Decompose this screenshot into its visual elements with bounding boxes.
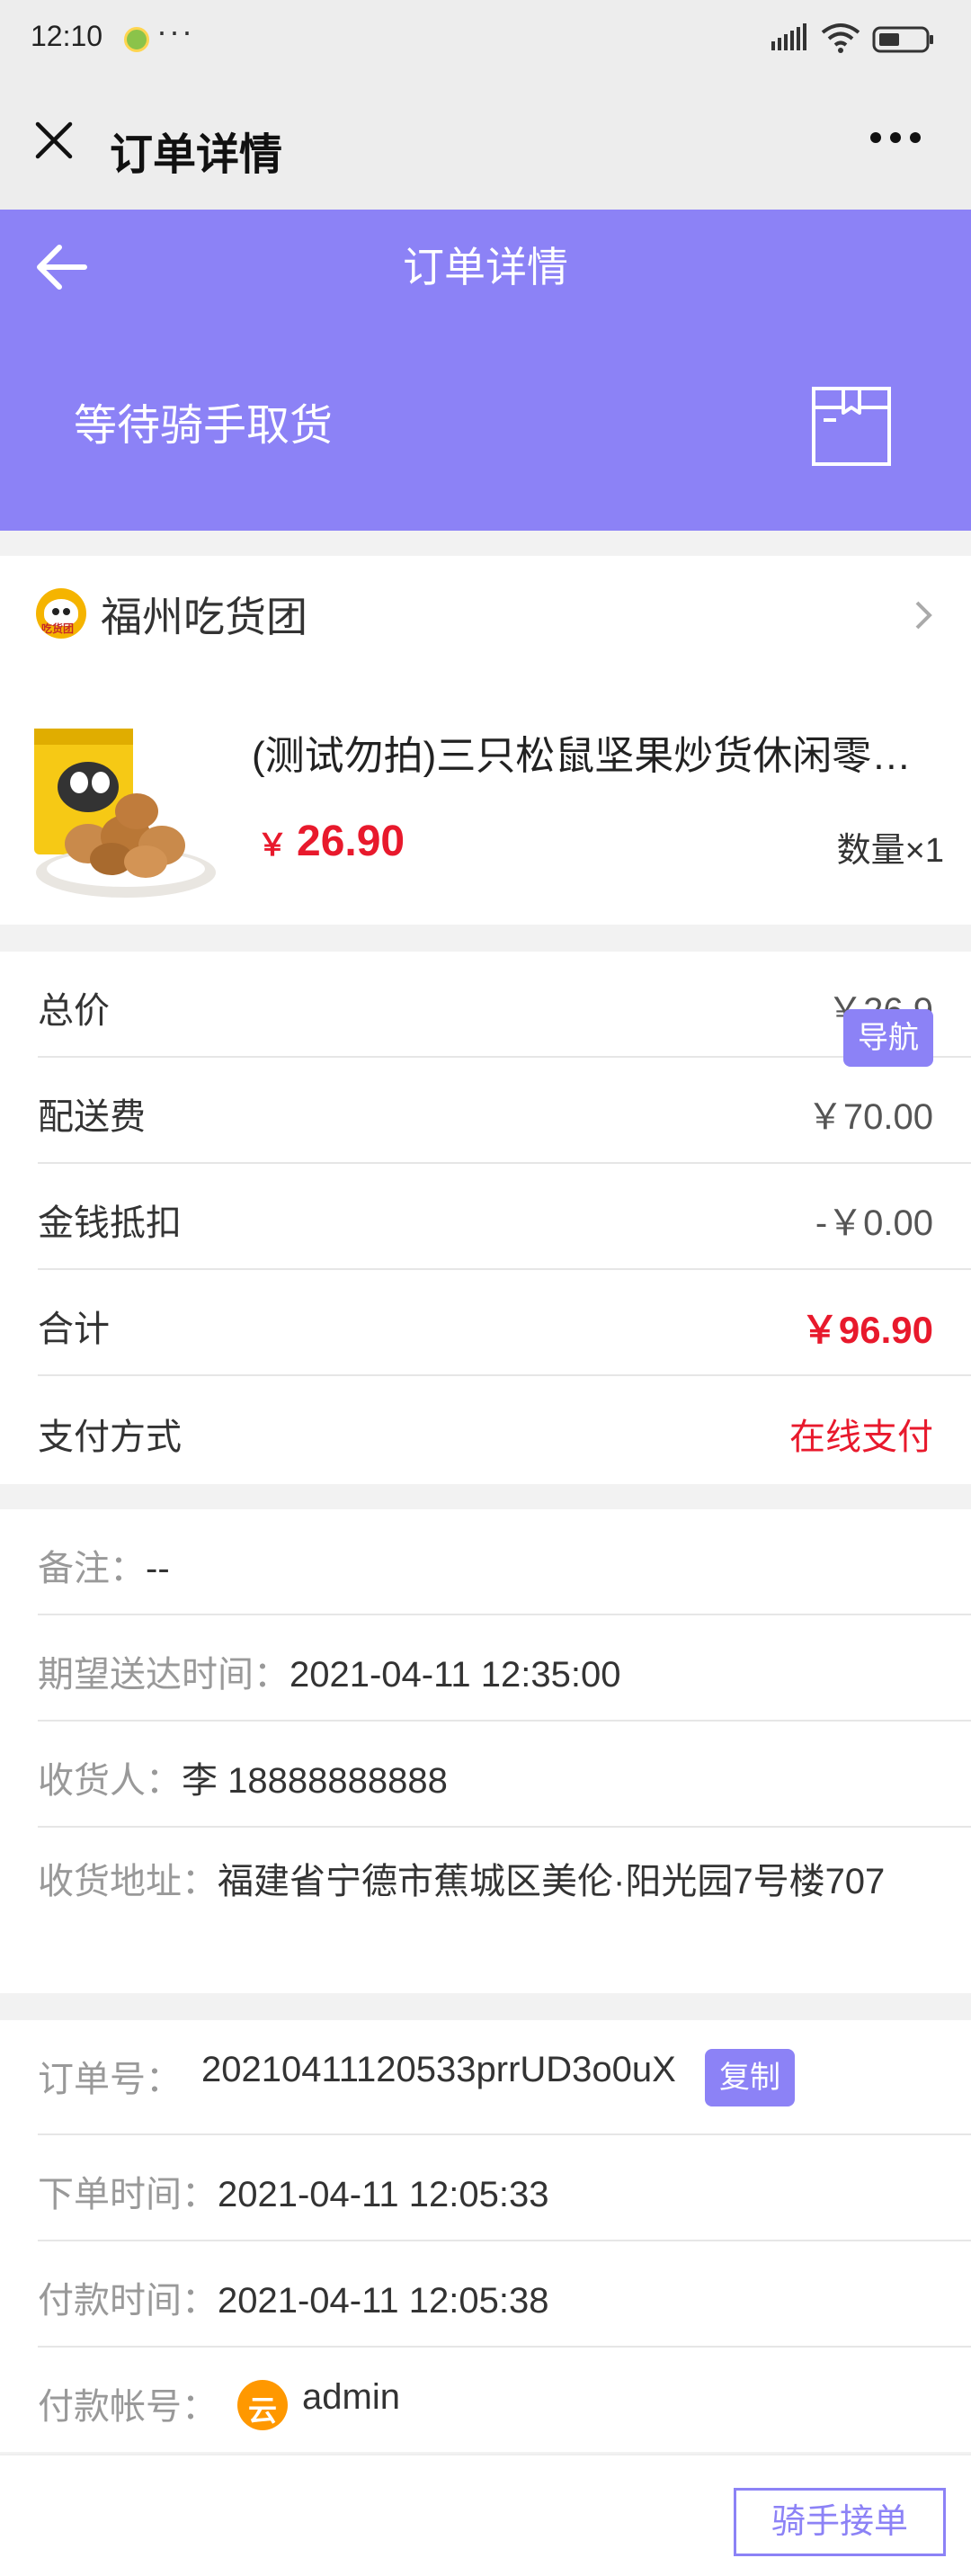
shop-logo: 吃货团 xyxy=(36,588,86,639)
remark-value: -- xyxy=(146,1549,170,1588)
delivery-fee-row: 配送费 ￥70.00 xyxy=(0,1058,971,1164)
order-time-label: 下单时间： xyxy=(38,2175,218,2214)
address-label: 收货地址： xyxy=(38,1862,218,1901)
pay-account-value: admin xyxy=(302,2377,400,2417)
total-price-row: 总价 ￥26.9 xyxy=(0,952,971,1058)
expected-time-row: 期望送达时间：2021-04-11 12:35:00 xyxy=(0,1615,971,1722)
order-info-card: 订单号： 20210411120533prrUD3o0uX 复制 下单时间：20… xyxy=(0,2020,971,2452)
delivery-fee-value: ￥70.00 xyxy=(806,1097,933,1137)
sum-label: 合计 xyxy=(38,1310,110,1349)
pay-time-row: 付款时间：2021-04-11 12:05:38 xyxy=(0,2241,971,2348)
pay-account-label: 付款帐号： xyxy=(38,2387,218,2427)
bottom-action-bar: 骑手接单 xyxy=(0,2454,971,2576)
package-box-icon xyxy=(812,387,891,466)
shop-logo-text: 吃货团 xyxy=(41,622,75,635)
navigate-button[interactable]: 导航 xyxy=(843,1009,933,1067)
app-notification-icon xyxy=(124,27,149,52)
payment-method-label: 支付方式 xyxy=(38,1418,182,1457)
receiver-row: 收货人：李 18888888888 xyxy=(0,1722,971,1828)
payment-method-value: 在线支付 xyxy=(789,1418,933,1457)
discount-row: 金钱抵扣 -￥0.00 xyxy=(0,1164,971,1270)
wifi-icon xyxy=(821,23,860,53)
page-title: 订单详情 xyxy=(110,131,283,179)
address-row: 收货地址：福建省宁德市蕉城区美伦·阳光园7号楼707 xyxy=(0,1828,971,1993)
discount-label: 金钱抵扣 xyxy=(38,1203,182,1243)
order-time-value: 2021-04-11 12:05:33 xyxy=(218,2175,549,2214)
shop-product-card: 吃货团 福州吃货团 (测试勿拍)三只松鼠坚果炒货休闲零食碧根果 ￥ 26.90 数… xyxy=(0,556,971,925)
remark-row: 备注：-- xyxy=(0,1509,971,1615)
product-name[interactable]: (测试勿拍)三只松鼠坚果炒货休闲零食碧根果 xyxy=(252,723,944,781)
order-number-label: 订单号： xyxy=(38,2060,182,2099)
pay-time-value: 2021-04-11 12:05:38 xyxy=(218,2281,549,2321)
status-bar: 12:10 ··· xyxy=(0,0,971,79)
price-amount: 26.90 xyxy=(297,818,405,865)
sum-row: 合计 ￥96.90 xyxy=(0,1270,971,1376)
expected-time-value: 2021-04-11 12:35:00 xyxy=(290,1655,621,1695)
more-notifications-icon: ··· xyxy=(156,13,194,49)
signal-icon xyxy=(771,23,806,50)
top-navigation-bar: 订单详情 xyxy=(0,79,971,210)
order-number-value: 20210411120533prrUD3o0uX xyxy=(201,2050,676,2089)
copy-button[interactable]: 复制 xyxy=(705,2049,795,2106)
product-image xyxy=(34,729,216,898)
price-summary-card: 总价 ￥26.9 配送费 ￥70.00 金钱抵扣 -￥0.00 合计 ￥96.9… xyxy=(0,952,971,1484)
pay-account-row: 付款帐号： 云 admin xyxy=(0,2348,971,2452)
order-status-text: 等待骑手取货 xyxy=(74,402,334,450)
payment-method-row: 支付方式 在线支付 xyxy=(0,1378,971,1484)
sum-value: ￥96.90 xyxy=(800,1309,933,1351)
price-currency: ￥ xyxy=(257,828,288,863)
remark-label: 备注： xyxy=(38,1549,146,1588)
product-price: ￥ 26.90 xyxy=(257,817,405,866)
receiver-label: 收货人： xyxy=(38,1761,182,1801)
delivery-fee-label: 配送费 xyxy=(38,1097,146,1137)
rider-accept-button[interactable]: 骑手接单 xyxy=(734,2488,946,2556)
discount-value: -￥0.00 xyxy=(815,1203,933,1243)
receiver-value: 李 18888888888 xyxy=(182,1761,448,1801)
expected-time-label: 期望送达时间： xyxy=(38,1655,290,1695)
payment-account-icon: 云 xyxy=(237,2380,288,2430)
delivery-info-card: 备注：-- 期望送达时间：2021-04-11 12:35:00 收货人：李 1… xyxy=(0,1509,971,1993)
total-price-label: 总价 xyxy=(38,991,110,1031)
payment-account-icon-text: 云 xyxy=(247,2394,277,2427)
pay-time-label: 付款时间： xyxy=(38,2281,218,2321)
battery-icon xyxy=(872,26,933,53)
more-options-icon[interactable] xyxy=(869,124,922,151)
order-number-row: 订单号： 20210411120533prrUD3o0uX 复制 xyxy=(0,2020,971,2135)
status-time: 12:10 xyxy=(31,20,103,52)
order-status-header: 订单详情 等待骑手取货 xyxy=(0,210,971,531)
header-title: 订单详情 xyxy=(403,244,568,291)
address-value: 福建省宁德市蕉城区美伦·阳光园7号楼707 xyxy=(218,1862,886,1901)
close-icon[interactable] xyxy=(32,119,76,162)
product-quantity: 数量×1 xyxy=(836,832,944,870)
chevron-right-icon[interactable] xyxy=(912,597,937,633)
shop-name[interactable]: 福州吃货团 xyxy=(101,585,307,644)
order-time-row: 下单时间：2021-04-11 12:05:33 xyxy=(0,2135,971,2241)
